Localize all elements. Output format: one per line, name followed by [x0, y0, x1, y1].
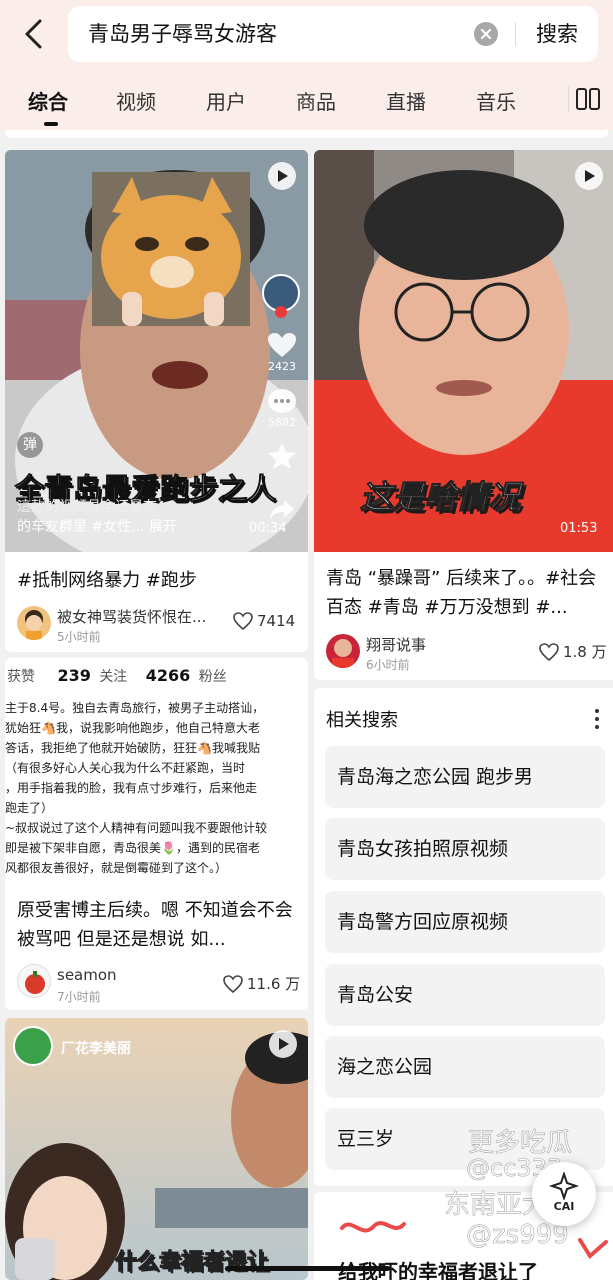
card-title[interactable]: 原受害博主后续。嗯 不知道会不会被骂吧 但是还是想说 如...: [17, 896, 297, 954]
side-like-count: 2423: [268, 360, 296, 373]
likes-received-label: 获赞: [7, 669, 35, 685]
channel-name: 厂花李美丽: [61, 1041, 131, 1057]
top-bar: 搜索: [0, 0, 613, 68]
sparkle-icon: [548, 1172, 580, 1200]
like-count[interactable]: 7414: [233, 612, 295, 630]
grid-view-icon[interactable]: [576, 88, 600, 110]
note-line: 风都很友善很好，就是倒霉碰到了这个。）: [5, 861, 228, 875]
back-button[interactable]: [14, 14, 54, 54]
video-duration: 01:53: [560, 521, 598, 536]
decorative-doodle-icon: [578, 1238, 608, 1260]
clear-icon[interactable]: [474, 22, 498, 46]
fans-label: 粉丝: [198, 669, 227, 685]
tabs-bottom-strip: [5, 130, 608, 138]
play-icon: [269, 1030, 297, 1058]
heart-outline-icon: [223, 974, 243, 993]
channel-avatar[interactable]: [13, 1026, 53, 1066]
tab-bar: 综合 视频 用户 商品 直播 音乐: [0, 68, 613, 130]
note-screenshot: 获赞 239 关注 4266 粉丝 主于8.4号。独自去青岛旅行，被男子主动搭讪…: [5, 658, 308, 884]
heart-outline-icon: [539, 642, 559, 661]
divider: [568, 86, 569, 112]
floating-button-label: CAI: [553, 1200, 575, 1213]
note-line: 犹始狂🐴我，说我影响他跑步，他自己特意大老: [5, 721, 260, 735]
tab-video[interactable]: 视频: [116, 86, 156, 115]
like-count-value: 1.8 万: [563, 643, 607, 661]
search-input[interactable]: [88, 6, 468, 62]
author-avatar[interactable]: [17, 964, 51, 998]
post-time: 6小时前: [366, 658, 410, 672]
related-search-item[interactable]: 青岛女孩拍照原视频: [325, 818, 605, 880]
video-frame-image: [5, 1018, 308, 1280]
tab-music[interactable]: 音乐: [476, 86, 516, 115]
more-options-icon[interactable]: [594, 708, 600, 730]
post-time: 5小时前: [57, 630, 101, 644]
card-title[interactable]: #抵制网络暴力 #跑步: [17, 566, 302, 595]
author-avatar[interactable]: [326, 634, 360, 668]
chevron-left-icon: [25, 19, 42, 49]
tab-live[interactable]: 直播: [386, 86, 426, 115]
video-caption-overlay: 什么幸福者退让: [114, 1250, 270, 1276]
related-search-item[interactable]: 青岛海之恋公园 跑步男: [325, 746, 605, 808]
related-search-item[interactable]: 青岛公安: [325, 964, 605, 1026]
note-line: ~叔叔说过了这个人精神有问题叫我不要跟他计较: [5, 821, 268, 835]
following-label: 关注: [99, 669, 128, 685]
note-body: 主于8.4号。独自去青岛旅行，被男子主动搭讪， 犹始狂🐴我，说我影响他跑步，他自…: [5, 698, 308, 878]
note-line: 跑走了）: [5, 801, 54, 815]
note-card[interactable]: 获赞 239 关注 4266 粉丝 主于8.4号。独自去青岛旅行，被男子主动搭讪…: [5, 658, 308, 1010]
video-desc-line[interactable]: 的车友群里 #女性... 展开: [17, 516, 177, 536]
search-box[interactable]: 搜索: [68, 6, 598, 62]
profile-stats: 获赞 239 关注 4266 粉丝: [7, 666, 227, 686]
video-card[interactable]: 2423 5882 弹 全青岛最爱跑步之人 這款的视频县全还是在 的车友群里 #…: [5, 150, 308, 652]
heart-outline-icon: [233, 612, 253, 630]
author-name[interactable]: seamon: [57, 966, 117, 984]
like-count[interactable]: 1.8 万: [539, 641, 607, 662]
video-desc-line: 這款的视频县全还是在: [17, 499, 157, 515]
card-title[interactable]: 青岛 “暴躁哥” 后续来了。。#社会百态 #青岛 #万万没想到 #...: [326, 564, 606, 622]
like-count-value: 7414: [257, 612, 296, 630]
video-thumbnail: 厂花李美丽 什么幸福者退让: [5, 1018, 308, 1280]
danmu-toggle[interactable]: 弹: [17, 432, 43, 458]
following-count: 239: [57, 666, 91, 685]
search-button[interactable]: 搜索: [526, 6, 588, 62]
heart-icon[interactable]: [267, 332, 297, 358]
related-searches-title: 相关搜索: [326, 710, 398, 731]
tab-comprehensive[interactable]: 综合: [28, 86, 68, 115]
note-line: ，用手指着我的脸，我有点寸步难行，后来他走: [5, 781, 258, 795]
video-caption-overlay: 这是啥情况: [359, 478, 521, 517]
related-searches-panel: 相关搜索 青岛海之恋公园 跑步男 青岛女孩拍照原视频 青岛警方回应原视频 青岛公…: [314, 688, 613, 1186]
play-icon: [268, 162, 296, 190]
active-tab-indicator: [44, 122, 58, 126]
follow-plus-icon[interactable]: [275, 306, 287, 318]
note-line: 答话，我拒绝了他就开始破防，狂狂🐴我喊我贴: [5, 741, 260, 755]
video-card[interactable]: 这是啥情况 01:53 青岛 “暴躁哥” 后续来了。。#社会百态 #青岛 #万万…: [314, 150, 613, 680]
note-line: 即是被下架非自愿，青岛很美🌷，遇到的民宿老: [5, 841, 260, 855]
side-comment-count: 5882: [268, 416, 296, 429]
video-thumbnail: 这是啥情况 01:53: [314, 150, 613, 552]
video-thumbnail: 2423 5882 弹 全青岛最爱跑步之人 這款的视频县全还是在 的车友群里 #…: [5, 150, 308, 552]
video-duration: 00:34: [249, 521, 287, 536]
home-indicator: [225, 1266, 390, 1271]
note-line: 主于8.4号。独自去青岛旅行，被男子主动搭讪，: [5, 701, 265, 715]
post-time: 7小时前: [57, 990, 101, 1004]
related-search-item[interactable]: 青岛警方回应原视频: [325, 891, 605, 953]
divider: [515, 22, 516, 46]
fans-count: 4266: [145, 666, 191, 685]
floating-ai-button[interactable]: CAI: [532, 1162, 596, 1226]
decorative-doodle-icon: [340, 1221, 406, 1233]
like-count[interactable]: 11.6 万: [223, 973, 300, 994]
note-line: （有很多好心人关心我为什么不赶紧跑，当时: [5, 761, 246, 775]
author-name[interactable]: 被女神骂装货怀恨在...: [57, 606, 222, 627]
author-name[interactable]: 翔哥说事: [366, 634, 426, 655]
play-icon: [575, 162, 603, 190]
cat-sticker-image: [92, 172, 250, 326]
related-search-item[interactable]: 海之恋公园: [325, 1036, 605, 1098]
author-avatar[interactable]: [17, 606, 51, 640]
tab-user[interactable]: 用户: [206, 86, 246, 115]
like-count-value: 11.6 万: [247, 975, 301, 993]
tab-goods[interactable]: 商品: [296, 86, 336, 115]
comment-icon[interactable]: [267, 388, 297, 416]
video-card[interactable]: 厂花李美丽 什么幸福者退让: [5, 1018, 308, 1280]
